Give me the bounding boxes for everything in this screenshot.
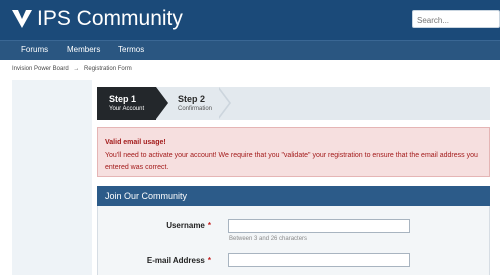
email-alert: Valid email usage! You'll need to activa…	[97, 127, 490, 177]
step-1-arrow	[156, 87, 168, 119]
alert-text: You'll need to activate your account! We…	[105, 152, 478, 171]
email-label: E-mail Address *	[146, 256, 211, 265]
email-input[interactable]	[228, 253, 410, 267]
search-input[interactable]	[412, 10, 500, 28]
nav-item-members[interactable]: Members	[67, 45, 100, 54]
brand-title[interactable]: IPS Community	[37, 7, 183, 31]
breadcrumb-separator: →	[73, 66, 80, 72]
join-panel-title: Join Our Community	[105, 191, 188, 201]
ips-logo-icon[interactable]	[11, 7, 33, 29]
breadcrumb: Invision Power Board → Registration Form	[12, 66, 135, 72]
breadcrumb-home[interactable]: Invision Power Board	[12, 66, 69, 72]
username-hint: Between 3 and 26 characters	[229, 236, 308, 242]
nav-item-forums[interactable]: Forums	[21, 45, 48, 54]
required-marker: *	[207, 256, 211, 265]
step-1-subtitle: Your Account	[109, 106, 145, 112]
alert-title: Valid email usage!	[105, 139, 166, 146]
join-panel-header: Join Our Community	[97, 186, 490, 206]
site-header: IPS Community	[0, 0, 500, 40]
username-label: Username *	[166, 221, 211, 230]
step-2-subtitle: Confirmation	[178, 106, 213, 112]
step-2-arrow	[217, 87, 229, 119]
sidebar-panel	[12, 80, 92, 275]
registration-form: Username * Between 3 and 26 characters E-…	[97, 206, 490, 275]
main-nav: Forums Members Termos	[0, 40, 500, 60]
registration-steps: Step 1 Your Account Step 2 Confirmation	[97, 87, 490, 120]
step-1-title: Step 1	[109, 94, 137, 104]
nav-item-termos[interactable]: Termos	[118, 45, 144, 54]
required-marker: *	[207, 221, 211, 230]
username-input[interactable]	[228, 219, 410, 233]
step-2-title: Step 2	[178, 94, 206, 104]
breadcrumb-current: Registration Form	[84, 66, 132, 72]
